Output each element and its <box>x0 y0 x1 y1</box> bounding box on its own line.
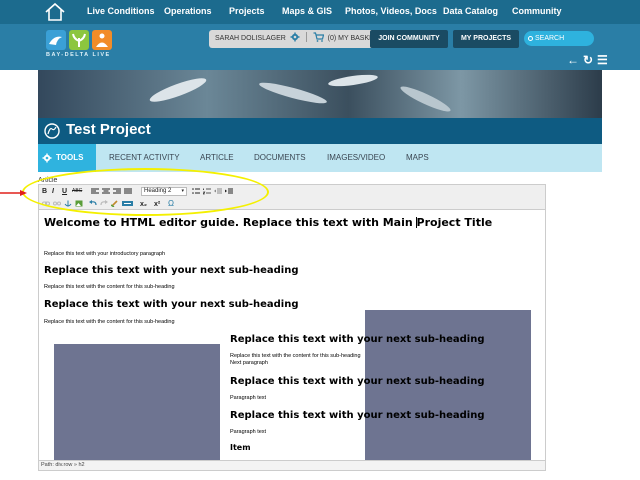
nav-community[interactable]: Community <box>512 6 562 16</box>
top-nav: Live Conditions Operations Projects Maps… <box>0 0 640 24</box>
refresh-icon[interactable]: ↻ <box>583 54 593 66</box>
sub-heading-2: Replace this text with your next sub-hea… <box>44 299 299 310</box>
page-title: Test Project <box>66 121 151 138</box>
sub-heading-2-paragraph: Replace this text with the content for t… <box>44 319 175 325</box>
project-logo-icon <box>44 123 60 139</box>
logo-tile-blue <box>46 30 66 50</box>
search-placeholder: SEARCH <box>535 35 565 42</box>
tab-article[interactable]: ARTICLE <box>200 153 234 162</box>
sub-heading-3-next-paragraph: Next paragraph <box>230 360 268 366</box>
logo-text: BAY-DELTA LIVE <box>46 52 111 58</box>
nav-data-catalog[interactable]: Data Catalog <box>443 6 498 16</box>
sub-heading-5: Replace this text with your next sub-hea… <box>230 410 485 421</box>
editor-path-bar: Path: div.row » h2 <box>38 460 546 471</box>
sub-heading-3-paragraph: Replace this text with the content for t… <box>230 353 361 359</box>
highlight-ellipse <box>22 168 269 216</box>
home-icon[interactable] <box>44 2 66 22</box>
search-icon <box>528 36 533 41</box>
menu-icon[interactable]: ☰ <box>597 54 608 66</box>
editor-main-title: Welcome to HTML editor guide. Replace th… <box>44 216 493 229</box>
sub-heading-4-paragraph: Paragraph text <box>230 395 267 401</box>
tab-tools[interactable]: TOOLS <box>38 144 96 172</box>
tab-maps[interactable]: MAPS <box>406 153 429 162</box>
text-cursor <box>416 217 417 228</box>
tab-tools-label: TOOLS <box>56 153 84 162</box>
basket-icon[interactable] <box>313 32 324 42</box>
arrow-annotation-icon <box>0 190 27 196</box>
sub-heading-1-paragraph: Replace this text with the content for t… <box>44 284 175 290</box>
project-title-bar: Test Project <box>38 118 602 144</box>
divider <box>305 32 307 42</box>
nav-operations[interactable]: Operations <box>164 6 212 16</box>
list-item-heading: Item <box>230 443 251 452</box>
sub-heading-3: Replace this text with your next sub-hea… <box>230 334 485 345</box>
tab-images-video[interactable]: IMAGES/VIDEO <box>327 153 385 162</box>
fish-shape <box>257 79 329 107</box>
gear-icon[interactable] <box>290 32 300 42</box>
logo-tile-orange <box>92 30 112 50</box>
sub-heading-4: Replace this text with your next sub-hea… <box>230 376 485 387</box>
hero-image <box>38 70 602 118</box>
nav-projects[interactable]: Projects <box>229 6 265 16</box>
back-arrow-icon[interactable]: ← <box>567 54 579 66</box>
sub-heading-5-paragraph: Paragraph text <box>230 429 267 435</box>
intro-paragraph: Replace this text with your introductory… <box>44 251 166 257</box>
join-community-button[interactable]: JOIN COMMUNITY <box>370 30 448 48</box>
site-logo[interactable]: BAY-DELTA LIVE <box>46 30 114 60</box>
gear-icon <box>42 153 52 163</box>
editor-content-area[interactable]: Welcome to HTML editor guide. Replace th… <box>38 210 546 460</box>
tab-documents[interactable]: DOCUMENTS <box>254 153 306 162</box>
search-input[interactable]: SEARCH <box>524 31 594 46</box>
nav-photos-videos-docs[interactable]: Photos, Videos, Docs <box>345 6 437 16</box>
nav-live-conditions[interactable]: Live Conditions <box>87 6 155 16</box>
logo-tile-green <box>69 30 89 50</box>
user-name[interactable]: SARAH DOLISLAGER <box>215 35 286 42</box>
fish-shape <box>327 72 379 89</box>
user-menu[interactable]: SARAH DOLISLAGER (0) MY BASKET <box>209 30 385 48</box>
tab-recent-activity[interactable]: RECENT ACTIVITY <box>109 153 180 162</box>
nav-maps-gis[interactable]: Maps & GIS <box>282 6 332 16</box>
fish-shape <box>398 82 453 116</box>
sub-heading-1: Replace this text with your next sub-hea… <box>44 265 299 276</box>
my-projects-button[interactable]: MY PROJECTS <box>453 30 519 48</box>
image-placeholder-left[interactable] <box>54 344 220 460</box>
fish-shape <box>147 74 209 106</box>
